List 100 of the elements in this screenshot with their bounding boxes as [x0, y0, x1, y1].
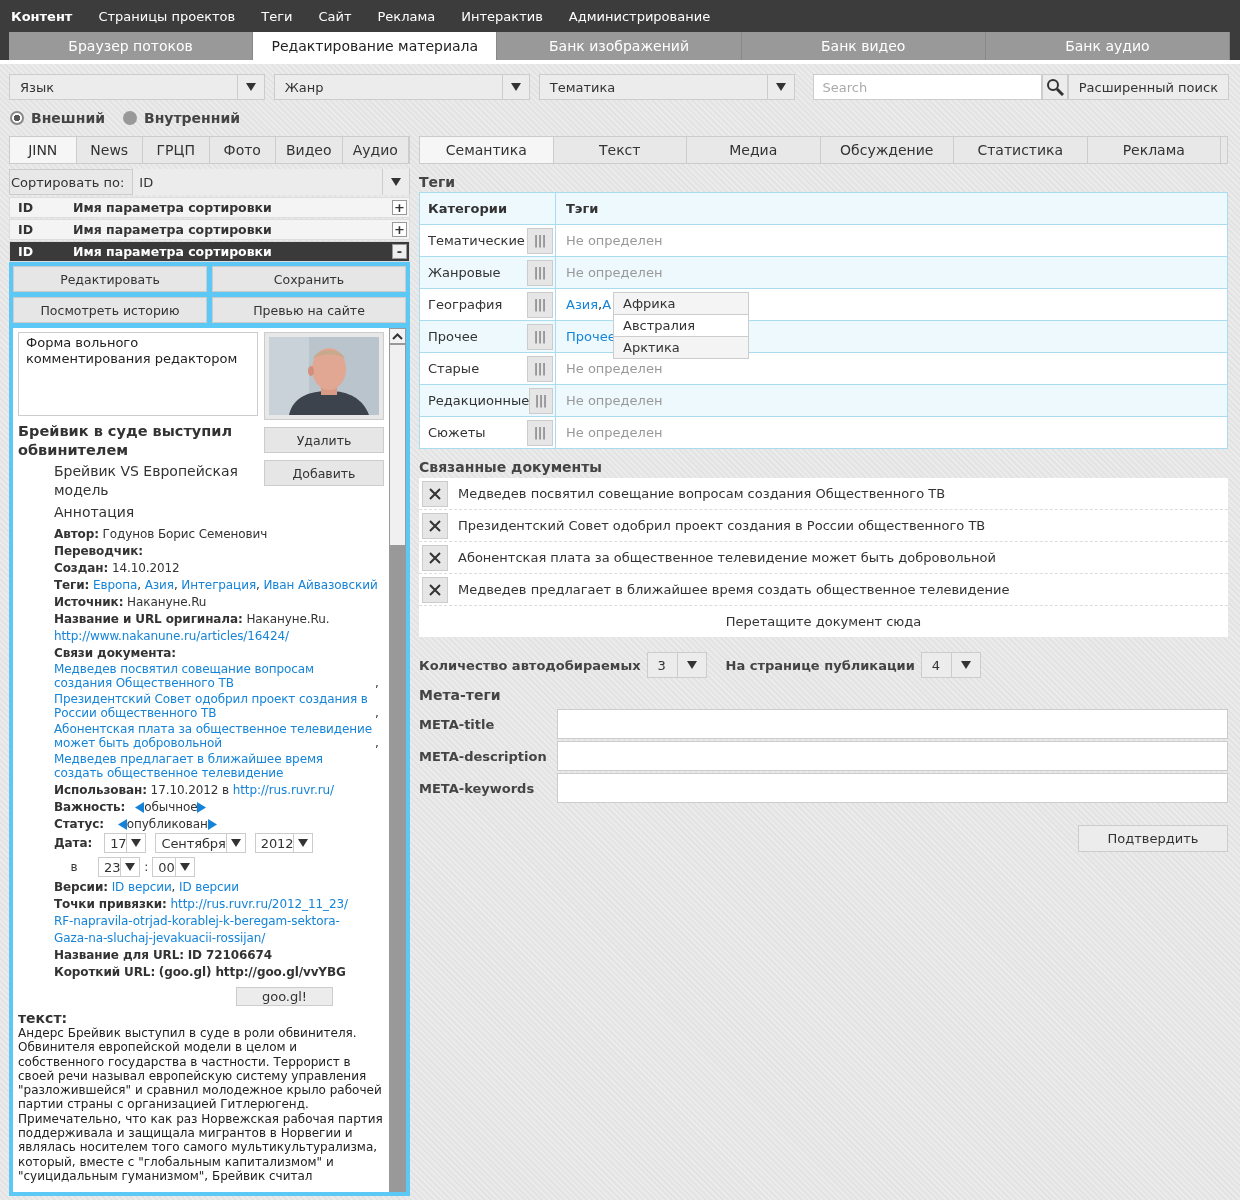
field-label: Источник:: [54, 595, 124, 609]
confirm-button[interactable]: Подтвердить: [1078, 825, 1228, 852]
field-label: META-title: [419, 716, 496, 732]
picker-button[interactable]: |||: [527, 227, 553, 254]
search-field[interactable]: Search: [812, 74, 1042, 100]
url-link[interactable]: http://rus.ruvr.ru/2012_11_23/: [170, 897, 348, 911]
action-button[interactable]: Превью на сайте: [212, 297, 406, 323]
filter-dropdown[interactable]: Язык: [9, 74, 265, 100]
document-link[interactable]: ID версии: [111, 880, 172, 894]
document-link[interactable]: Президентский Совет одобрил проект создания в России общественного ТВ: [54, 692, 375, 720]
menu-item[interactable]: Теги: [261, 8, 293, 24]
action-button[interactable]: Редактировать: [13, 266, 207, 292]
field-label: Версии:: [54, 880, 108, 894]
advanced-search-button[interactable]: Расширенный поиск: [1067, 74, 1229, 100]
annotation-text: Аннотация: [53, 503, 136, 522]
image-button[interactable]: Добавить: [264, 460, 384, 486]
action-button[interactable]: Посмотреть историю: [13, 297, 207, 323]
comma-text: ,: [375, 706, 379, 720]
url-link[interactable]: Gaza-na-sluchaj-jevakuacii-rossijan/: [54, 931, 266, 945]
toggle-button[interactable]: +: [392, 200, 407, 215]
category-label: Редакционные: [428, 393, 530, 408]
comment-field[interactable]: Форма вольного комментирования редактором: [18, 332, 258, 416]
field-label: Теги:: [54, 578, 90, 592]
picker-button[interactable]: |||: [527, 355, 553, 382]
document-link[interactable]: Азия: [144, 578, 174, 592]
tab[interactable]: JINN: [10, 137, 77, 163]
value-text: обычное: [144, 799, 198, 816]
empty-value: Не определен: [566, 361, 663, 376]
time-dropdown[interactable]: 23: [98, 857, 141, 877]
comma-text: ,: [171, 880, 176, 894]
sort-dropdown[interactable]: ID: [133, 169, 409, 195]
document-link[interactable]: Абонентская плата за общественное телевидение может быть добровольной: [54, 722, 375, 750]
empty-value: Не определен: [566, 393, 663, 408]
document-link[interactable]: Интеграция: [181, 578, 256, 592]
menu-option[interactable]: Африка: [614, 293, 748, 314]
url-link[interactable]: http://www.nakanune.ru/articles/16424/: [54, 629, 289, 643]
field-label: Название и URL оригинала:: [54, 612, 243, 626]
section-heading: Теги: [419, 174, 457, 190]
filter-dropdown[interactable]: Жанр: [273, 74, 530, 100]
empty-value: Не определен: [566, 233, 663, 248]
field-label: Создан:: [54, 561, 109, 575]
tag-link[interactable]: Азия: [566, 296, 599, 313]
document-title: Президентский Совет одобрил проект создания в России общественного ТВ: [458, 518, 986, 533]
category-label: Прочее: [428, 329, 478, 344]
menu-option[interactable]: Арктика: [614, 336, 748, 358]
field-value: Накануне.Ru.: [246, 612, 330, 626]
comma-text: ,: [256, 578, 260, 592]
filter-dropdown[interactable]: Тематика: [538, 74, 795, 100]
category-label: Старые: [428, 361, 480, 376]
menu-item[interactable]: Контент: [11, 8, 73, 24]
date-dropdown[interactable]: Сентября: [155, 833, 246, 853]
toggle-button[interactable]: -: [392, 244, 407, 259]
action-button[interactable]: Сохранить: [212, 266, 406, 292]
count-label: На странице публикации: [725, 657, 915, 673]
shorten-button[interactable]: goo.gl!: [236, 987, 333, 1006]
menu-item[interactable]: Интерактив: [461, 8, 543, 24]
empty-value: Не определен: [566, 425, 663, 440]
picker-button[interactable]: |||: [527, 259, 553, 286]
column-header: Тэги: [566, 201, 599, 216]
article-subtitle: Брейвик VS Европейская модель: [53, 462, 239, 500]
document-link[interactable]: Иван Айвазовский: [263, 578, 378, 592]
field-label: Переводчик:: [54, 544, 143, 558]
section-heading: Связанные документы: [419, 459, 604, 475]
radio-option[interactable]: Внешний: [10, 110, 105, 126]
list-row[interactable]: ID Имя параметра сортировки -: [9, 241, 410, 262]
field-value: (goo.gl) http://goo.gl/vvYBG: [158, 965, 346, 979]
menu-item[interactable]: Сайт: [318, 8, 352, 24]
document-link[interactable]: ID версии: [179, 880, 239, 894]
section-tab[interactable]: Редактирование материала: [253, 32, 498, 60]
time-dropdown[interactable]: 00: [152, 857, 195, 877]
picker-button[interactable]: |||: [529, 387, 553, 414]
date-dropdown[interactable]: 2012: [254, 833, 314, 853]
count-label: Количество автодобираемых: [419, 657, 641, 673]
date-dropdown[interactable]: 17: [104, 833, 147, 853]
menu-item[interactable]: Страницы проектов: [98, 8, 236, 24]
picker-button[interactable]: |||: [527, 419, 553, 446]
field-label: Автор:: [54, 527, 99, 541]
image-button[interactable]: Удалить: [264, 427, 384, 453]
comma-text: ,: [598, 297, 603, 312]
tab[interactable]: Семантика: [420, 137, 554, 163]
menu-option[interactable]: Австралия: [614, 314, 748, 336]
toggle-button[interactable]: +: [392, 222, 407, 237]
picker-button[interactable]: |||: [527, 323, 553, 350]
menu-item[interactable]: Реклама: [377, 8, 436, 24]
tag-link[interactable]: А: [602, 296, 612, 313]
count-dropdown[interactable]: 4: [920, 652, 981, 678]
row-id: ID: [17, 222, 35, 237]
url-link[interactable]: RF-napravila-otrjad-korablej-k-beregam-sektora-: [54, 914, 340, 928]
url-link[interactable]: http://rus.ruvr.ru/: [232, 783, 335, 797]
picker-button[interactable]: |||: [527, 291, 553, 318]
radio-option[interactable]: Внутренний: [123, 110, 241, 126]
field-value: 17.10.2012 в: [150, 783, 229, 797]
document-title: Медведев предлагает в ближайшее время создать общественное телевидение: [458, 582, 1010, 597]
document-link[interactable]: Медведев посвятил совещание вопросам создания Общественного ТВ: [54, 662, 375, 690]
list-row[interactable]: ID Имя параметра сортировки +: [9, 219, 410, 240]
list-row[interactable]: ID Имя параметра сортировки +: [9, 197, 410, 218]
field-label: Название для URL:: [54, 948, 184, 962]
count-dropdown[interactable]: 3: [646, 652, 707, 678]
menu-item[interactable]: Администрирование: [568, 8, 711, 24]
comma-text: ,: [375, 676, 379, 690]
